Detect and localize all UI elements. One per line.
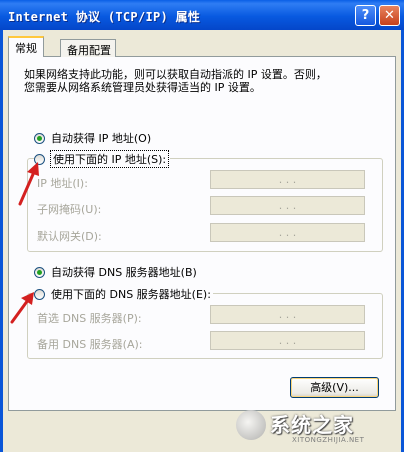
annotation-arrow-icon <box>18 162 39 206</box>
window-title: Internet 协议 (TCP/IP) 属性 <box>8 10 201 24</box>
help-button[interactable]: ? <box>355 5 376 26</box>
description-text: 如果网络支持此功能，则可以获取自动指派的 IP 设置。否则， 您需要从网络系统管… <box>24 68 384 94</box>
tab-general[interactable]: 常规 <box>8 36 44 57</box>
auto-ip-label: 自动获得 IP 地址(O) <box>51 132 152 145</box>
manual-dns-option[interactable]: 使用下面的 DNS 服务器地址(E): <box>34 286 213 302</box>
subnet-mask-field[interactable]: . . . <box>210 196 365 215</box>
window-border-left <box>0 30 3 452</box>
alternate-dns-value: . . . <box>278 334 297 347</box>
close-button[interactable]: ✕ <box>379 5 400 26</box>
watermark-logo-icon <box>236 410 266 440</box>
title-bar[interactable]: Internet 协议 (TCP/IP) 属性 ? ✕ <box>0 0 404 30</box>
auto-dns-radio[interactable] <box>34 266 45 278</box>
ip-address-field[interactable]: . . . <box>210 170 365 189</box>
manual-ip-label: 使用下面的 IP 地址(S): <box>49 150 170 168</box>
preferred-dns-value: . . . <box>278 308 297 321</box>
watermark-url: XITONGZHIJIA.NET <box>292 436 365 444</box>
advanced-button[interactable]: 高级(V)... <box>290 377 379 398</box>
auto-ip-option[interactable]: 自动获得 IP 地址(O) <box>34 130 151 146</box>
ip-address-value: . . . <box>278 173 297 186</box>
watermark-name: 系统之家 <box>270 413 354 437</box>
description-line: 您需要从网络系统管理员处获得适当的 IP 设置。 <box>24 81 261 94</box>
default-gateway-label: 默认网关(D): <box>37 230 102 243</box>
watermark: 系统之家 XITONGZHIJIA.NET <box>236 406 404 452</box>
subnet-mask-value: . . . <box>278 199 297 212</box>
subnet-mask-label: 子网掩码(U): <box>37 203 102 216</box>
ip-address-label: IP 地址(I): <box>37 177 88 190</box>
preferred-dns-label: 首选 DNS 服务器(P): <box>37 312 142 325</box>
auto-dns-option[interactable]: 自动获得 DNS 服务器地址(B) <box>34 264 197 280</box>
preferred-dns-field[interactable]: . . . <box>210 305 365 324</box>
manual-ip-option[interactable]: 使用下面的 IP 地址(S): <box>34 150 171 168</box>
description-line: 如果网络支持此功能，则可以获取自动指派的 IP 设置。否则， <box>24 68 327 81</box>
default-gateway-value: . . . <box>278 226 297 239</box>
manual-dns-label: 使用下面的 DNS 服务器地址(E): <box>51 288 211 301</box>
auto-ip-radio[interactable] <box>34 132 45 144</box>
tab-alternate-configuration[interactable]: 备用配置 <box>60 39 116 57</box>
default-gateway-field[interactable]: . . . <box>210 223 365 242</box>
alternate-dns-field[interactable]: . . . <box>210 331 365 350</box>
auto-dns-label: 自动获得 DNS 服务器地址(B) <box>51 266 197 279</box>
alternate-dns-label: 备用 DNS 服务器(A): <box>37 338 143 351</box>
annotation-arrow-icon <box>10 292 34 324</box>
